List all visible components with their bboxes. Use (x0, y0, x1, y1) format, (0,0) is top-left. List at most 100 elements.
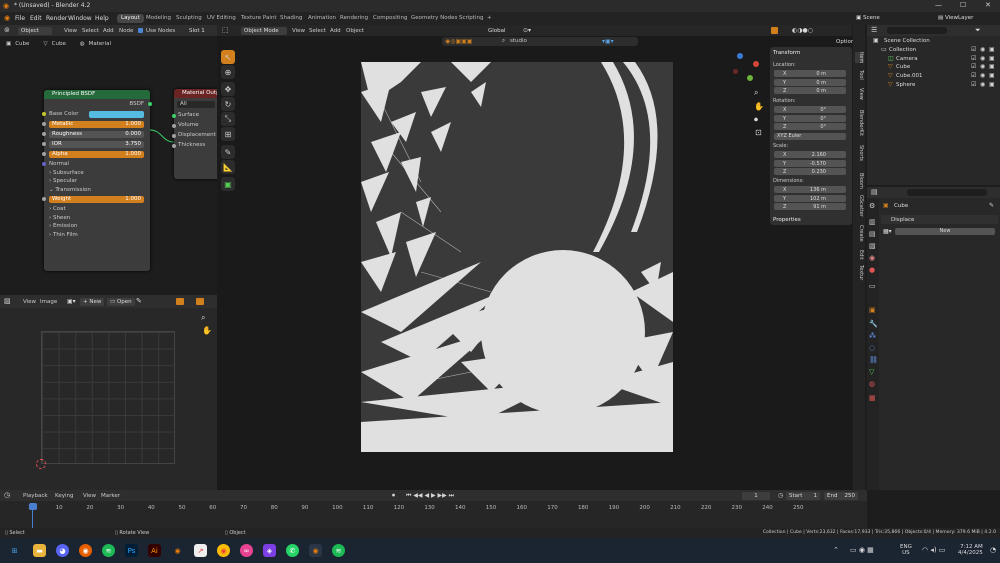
transform-location-y-field[interactable]: Y 0 m (774, 78, 846, 86)
bsdf-row-ior[interactable]: IOR 3.750 (42, 140, 150, 149)
snap-icon[interactable] (771, 27, 778, 34)
start-frame-field[interactable]: Start 1 (786, 492, 820, 500)
particles-tab-icon[interactable]: ⁂ (869, 332, 876, 340)
image-editor[interactable]: ▨ View Image ▣▾ + New ▭ Open ✎ ⌕ ✋ (0, 295, 217, 490)
move-tool-icon[interactable]: ✥ (221, 82, 235, 96)
visibility-eye-icon[interactable]: ◉ (980, 55, 985, 62)
outliner-search-input[interactable] (887, 27, 947, 34)
side-tab-gscatter[interactable]: GScatter (855, 195, 864, 217)
bsdf-row-emission[interactable]: › Emission (44, 222, 150, 231)
transform-panel-title[interactable]: Transform (773, 50, 800, 56)
bsdf-row-weight[interactable]: Weight 1.000 (42, 195, 150, 204)
uv-sync-icon[interactable] (176, 298, 184, 305)
tray-icons[interactable]: ▭ ◉ ▦ (850, 546, 874, 554)
cursor-tool-icon[interactable]: ⊕ (221, 65, 235, 79)
transform-orientation-dropdown[interactable]: Global (485, 27, 509, 35)
end-frame-field[interactable]: End 250 (824, 492, 858, 500)
tray-overflow-icon[interactable]: ⌃ (833, 546, 839, 554)
bsdf-row-sheen[interactable]: › Sheen (44, 214, 150, 223)
app-icon-pink[interactable]: ∞ (240, 544, 253, 557)
playhead-frame-indicator[interactable] (29, 503, 37, 510)
visibility-eye-icon[interactable]: ◉ (980, 46, 985, 53)
image-editor-type-icon[interactable]: ▨ (4, 297, 11, 305)
bsdf-input-socket[interactable] (42, 152, 46, 156)
gizmo-neg-x-icon[interactable] (733, 69, 738, 74)
visibility-eye-icon[interactable]: ◉ (980, 63, 985, 70)
filter-icon[interactable]: ▾▣▾ (602, 38, 614, 45)
app-icon-purple[interactable]: ◈ (263, 544, 276, 557)
record-icon[interactable]: ⏺ (392, 492, 395, 500)
node-menu-node[interactable]: Node (119, 28, 133, 34)
timeline-menu-view[interactable]: View (83, 493, 96, 499)
playback-controls-icons[interactable]: ⏮ ◀◀ ◀ ▶ ▶▶ ⏭ (406, 492, 454, 500)
bsdf-node-header[interactable]: Principled BSDF (44, 90, 150, 99)
tab-animation[interactable]: Animation (304, 14, 340, 23)
render-camera-icon[interactable]: ▣ (989, 81, 995, 88)
object-mode-dropdown[interactable]: Object Mode (241, 27, 287, 35)
side-tab-view[interactable]: View (855, 88, 864, 100)
render-camera-icon[interactable]: ▣ (989, 63, 995, 70)
bsdf-row-alpha[interactable]: Alpha 1.000 (42, 150, 150, 159)
transform-rotation-x-field[interactable]: X 0° (774, 106, 846, 113)
maximize-icon[interactable]: ☐ (960, 1, 966, 9)
bsdf-row-thin-film[interactable]: › Thin Film (44, 231, 150, 240)
visibility-eye-icon[interactable]: ◉ (980, 72, 985, 79)
side-tab-item[interactable]: Item (855, 52, 864, 64)
tab-geometry-nodes[interactable]: Geometry Nodes (407, 14, 461, 23)
viewport-menu-select[interactable]: Select (309, 28, 326, 34)
bsdf-input-socket[interactable] (42, 142, 46, 146)
transform-scale-y-field[interactable]: Y -0.570 (774, 159, 846, 167)
transform-dims-x-field[interactable]: X 136 m (774, 186, 846, 193)
new-texture-button[interactable]: New (895, 228, 995, 235)
transform-scale-x-field[interactable]: X 2.160 (774, 151, 846, 158)
minimize-icon[interactable]: — (935, 1, 942, 9)
material-tab-icon[interactable]: ◍ (869, 380, 875, 388)
bsdf-row-roughness[interactable]: Roughness 0.000 (42, 130, 150, 139)
transform-scale-z-field[interactable]: Z 0.230 (774, 168, 846, 176)
blender-taskbar-icon-1[interactable]: ◉ (171, 544, 184, 557)
object-tab-icon[interactable]: ▣ (869, 306, 876, 314)
transform-location-z-field[interactable]: Z 0 m (774, 87, 846, 95)
navigation-gizmo[interactable] (733, 53, 763, 83)
display-channels-icon[interactable] (196, 298, 204, 305)
windows-start-icon[interactable]: ⊞ (8, 544, 21, 557)
bsdf-row-transmission[interactable]: ⌄ Transmission (44, 186, 150, 195)
bsdf-output-socket[interactable] (148, 102, 152, 106)
network-volume-battery-icons[interactable]: ◠ ◂) ▭ (922, 546, 945, 554)
bsdf-row-metallic[interactable]: Metallic 1.000 (42, 120, 150, 129)
3d-viewport[interactable]: ⬚ Object Mode View Select Add Object Glo… (217, 25, 857, 490)
uv-grid[interactable] (41, 331, 175, 464)
outliner-item[interactable]: ▽ Cube ☑ ◉ ▣ (867, 63, 1000, 71)
outliner-type-icon[interactable]: ☰ (871, 26, 877, 34)
camera-view-render[interactable] (361, 62, 673, 452)
preview-range-icon[interactable]: ◷ (778, 492, 783, 499)
current-frame-field[interactable]: 1 (742, 492, 770, 500)
node-menu-view[interactable]: View (64, 28, 77, 34)
new-image-button[interactable]: + New (80, 298, 105, 306)
shader-node-editor[interactable]: ⊚ Object View Select Add Node Use Nodes … (0, 25, 217, 295)
menu-edit[interactable]: Edit (30, 15, 42, 22)
clock[interactable]: 7:12 AM 4/4/2025 (958, 544, 983, 556)
hdri-name[interactable]: studio (510, 38, 527, 44)
view-layer-selector[interactable]: ▤ ViewLayer (935, 14, 976, 22)
gizmo-y-axis-icon[interactable] (747, 75, 753, 81)
texture-browse-icon[interactable]: ▦▾ (883, 228, 892, 235)
material-output-node[interactable]: Material Output All Surface Volume Displac… (172, 89, 217, 179)
transform-dims-z-field[interactable]: Z 91 m (774, 203, 846, 211)
side-tab-textur[interactable]: Textur (855, 265, 864, 280)
spotify-icon-2[interactable]: ≋ (332, 544, 345, 557)
bsdf-input-socket[interactable] (42, 132, 46, 136)
blender-menu-icon[interactable]: ◉ (4, 14, 10, 22)
material-output-header[interactable]: Material Output (174, 89, 217, 98)
transform-location-x-field[interactable]: X 0 m (774, 70, 846, 77)
outliner-item[interactable]: ◫ Camera ☑ ◉ ▣ (867, 55, 1000, 63)
breadcrumb-mesh[interactable]: Cube (52, 41, 66, 47)
gizmo-x-axis-icon[interactable] (753, 61, 759, 67)
breadcrumb-material[interactable]: Material (89, 41, 111, 47)
menu-help[interactable]: Help (95, 15, 109, 22)
editor-type-icon[interactable]: ⊚ (4, 26, 10, 34)
side-tab-edit[interactable]: Edit (855, 250, 864, 260)
render-tab-icon[interactable]: ▥ (869, 218, 876, 226)
bsdf-input-socket[interactable] (42, 112, 46, 116)
viewport-pan-icon[interactable]: ✋ (754, 102, 764, 111)
